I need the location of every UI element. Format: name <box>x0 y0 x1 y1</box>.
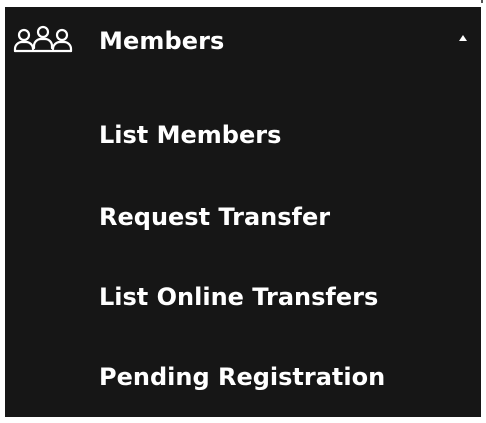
edge-mark <box>481 0 483 3</box>
submenu-item-request-transfer[interactable]: Request Transfer <box>99 202 330 232</box>
submenu-item-pending-registration[interactable]: Pending Registration <box>99 362 385 392</box>
members-menu-toggle[interactable]: Members <box>5 21 481 63</box>
caret-up-icon[interactable] <box>456 31 470 45</box>
users-group-icon <box>13 25 73 53</box>
members-label: Members <box>99 27 225 55</box>
sidebar-menu: Members List Members Request Transfer Li… <box>5 7 481 417</box>
submenu-item-list-members[interactable]: List Members <box>99 120 281 150</box>
submenu-item-list-online-transfers[interactable]: List Online Transfers <box>99 282 378 312</box>
